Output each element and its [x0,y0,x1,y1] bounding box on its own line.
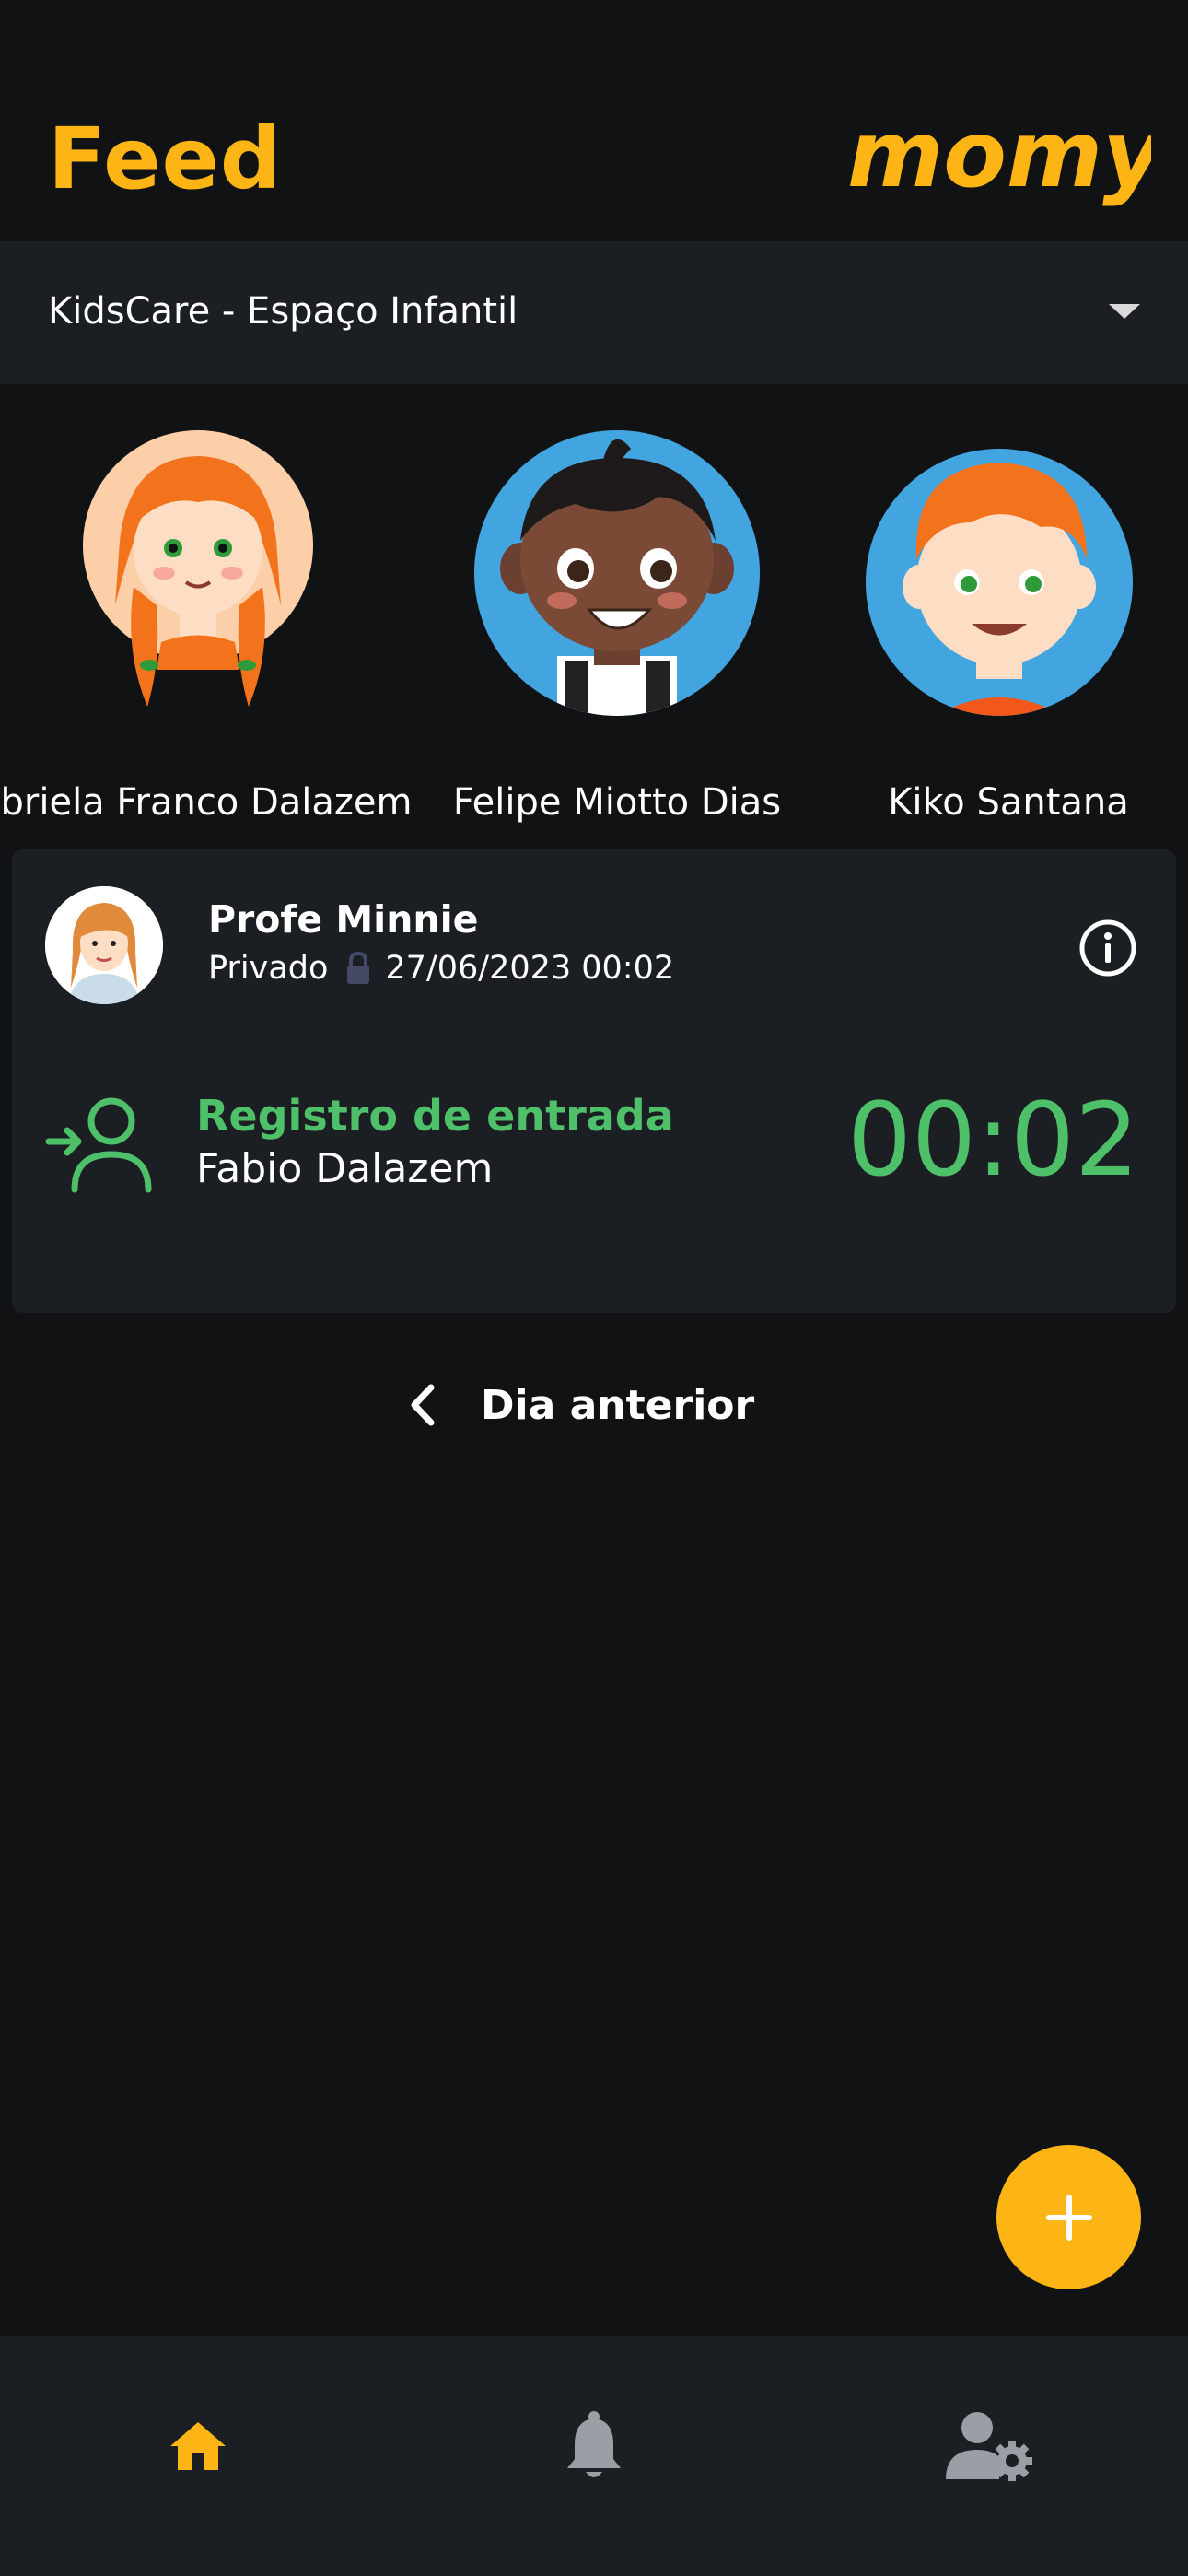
plus-icon [1045,2194,1092,2241]
momy-logo: momy [847,101,1151,208]
page-title: Feed [48,110,282,208]
post-meta: Privado 27/06/2023 00:02 [208,947,674,989]
chevron-down-icon [1109,304,1140,319]
school-selector-label: KidsCare - Espaço Infantil [48,290,518,333]
visibility-label: Privado [208,950,329,987]
author-name: Profe Minnie [208,897,479,942]
user-check-in-icon [45,1097,152,1193]
feed-post-card[interactable]: Profe Minnie Privado 27/06/2023 00:02 Re… [12,849,1176,1313]
user-settings-icon [946,2412,1032,2481]
home-icon [170,2422,226,2470]
girl-redhead-avatar [83,430,313,707]
entry-person: Fabio Dalazem [196,1145,494,1192]
app-header: Feed momy [0,0,1188,241]
child-item[interactable]: Gabriela Franco Dalazem [0,430,413,824]
entry-time: 00:02 [846,1081,1139,1199]
add-post-button[interactable] [996,2145,1141,2289]
entry-type: Registro de entrada [196,1091,674,1141]
children-carousel[interactable]: Gabriela Franco Dalazem [0,384,1188,849]
boy-redhead-avatar [866,449,1133,716]
author-avatar [45,886,163,1004]
previous-day-label: Dia anterior [481,1381,755,1429]
child-name: Gabriela Franco Dalazem [0,781,413,824]
post-datetime: 27/06/2023 00:02 [385,950,675,987]
info-icon[interactable] [1078,919,1137,978]
nav-profile-settings[interactable] [935,2391,1045,2501]
child-name: Kiko Santana [888,781,1129,824]
bell-icon [567,2411,621,2477]
child-item[interactable]: Felipe Miotto Dias [424,430,810,824]
chevron-left-icon [411,1384,435,1426]
svg-text:momy: momy [847,101,1151,208]
lock-icon [347,951,370,984]
school-selector[interactable]: KidsCare - Espaço Infantil [0,241,1188,384]
nav-home[interactable] [143,2391,253,2501]
bottom-navigation [0,2336,1188,2576]
nav-notifications[interactable] [539,2391,649,2501]
previous-day-button[interactable]: Dia anterior [405,1373,754,1437]
child-name: Felipe Miotto Dias [452,781,782,824]
boy-dark-avatar [474,430,760,716]
child-item[interactable]: Kiko Santana [806,430,1188,824]
